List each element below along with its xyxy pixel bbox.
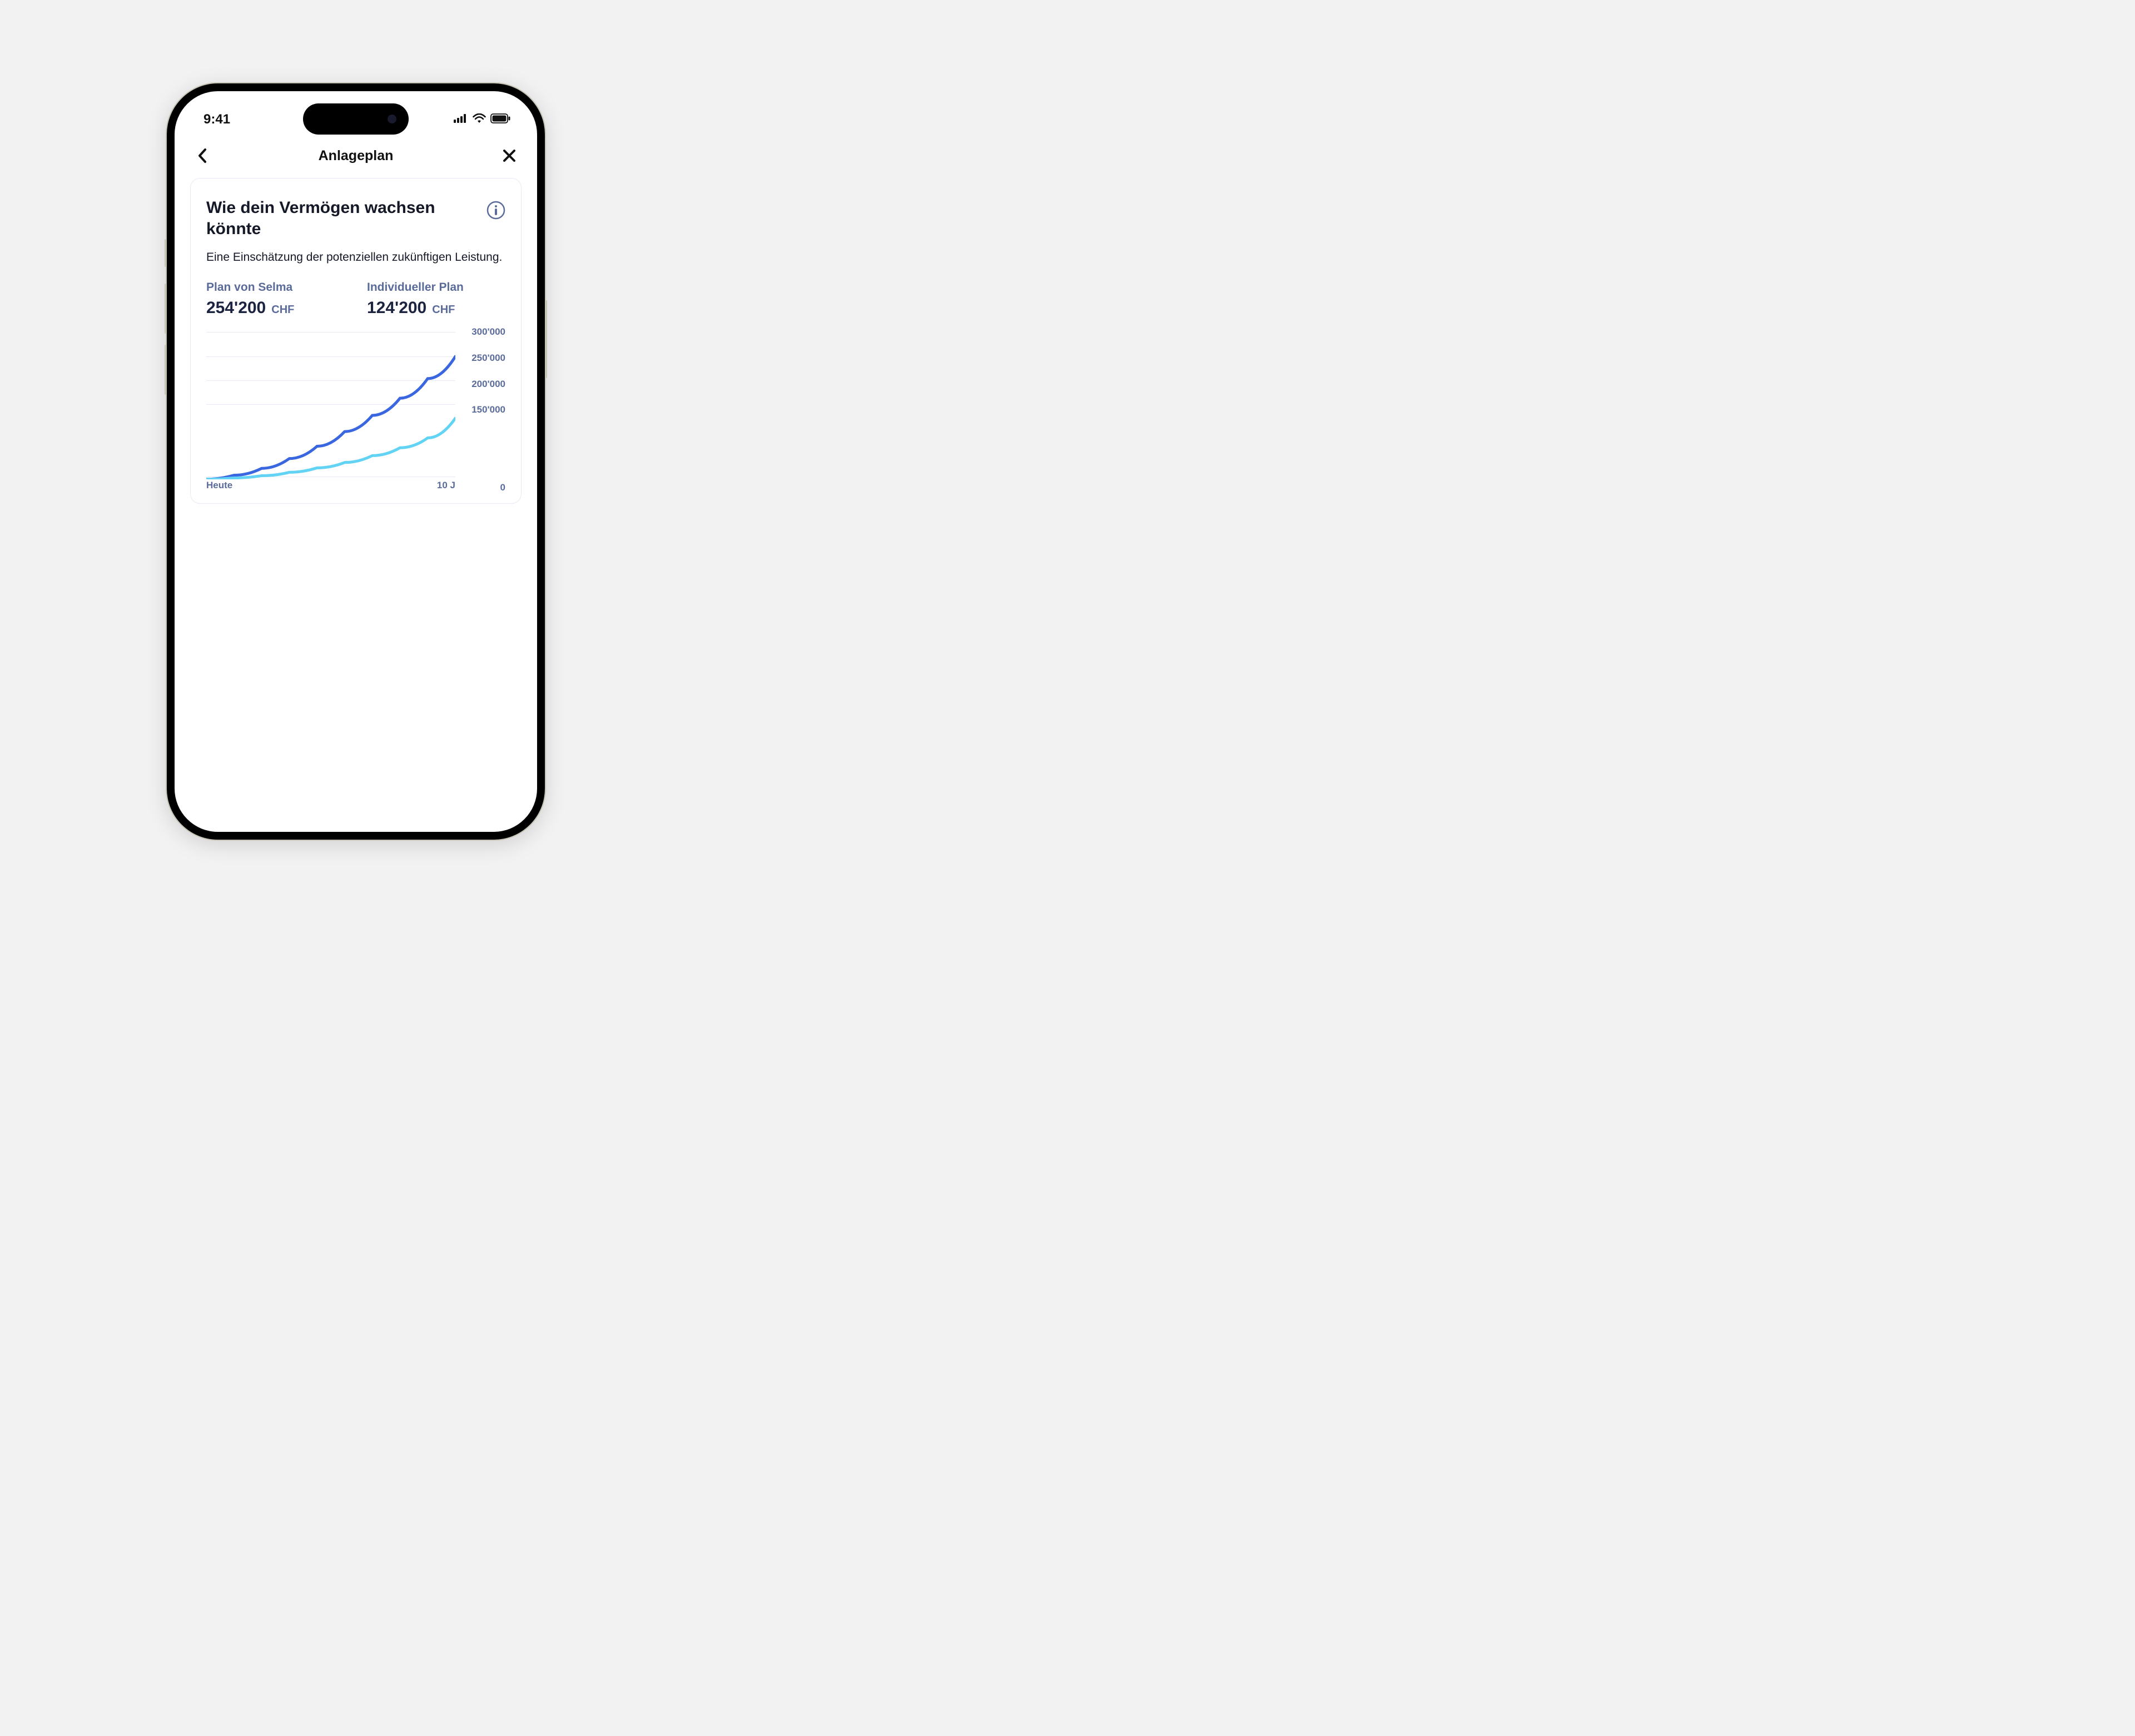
y-tick: 300'000 [460, 326, 505, 338]
x-tick-start: Heute [206, 480, 232, 491]
plan-label: Plan von Selma [206, 281, 345, 294]
plan-value: 124'200 CHF [367, 299, 505, 318]
plan-value: 254'200 CHF [206, 299, 345, 318]
growth-card: Wie dein Vermögen wachsen könnte Eine Ei… [190, 178, 522, 504]
card-subtitle: Eine Einschätzung der potenziellen zukün… [206, 249, 505, 265]
y-tick: 200'000 [460, 379, 505, 390]
chevron-left-icon [197, 148, 207, 163]
y-tick: 0 [460, 482, 505, 493]
chart-lines [206, 332, 455, 479]
status-icons [454, 113, 510, 126]
card-title: Wie dein Vermögen wachsen könnte [206, 197, 480, 239]
chart-series-line [206, 357, 455, 480]
wifi-icon [473, 113, 486, 126]
close-button[interactable] [500, 147, 518, 165]
nav-bar: Anlageplan [175, 136, 537, 178]
battery-icon [490, 113, 510, 126]
nav-title: Anlageplan [319, 148, 394, 164]
info-icon [486, 201, 505, 220]
y-tick: 150'000 [460, 404, 505, 415]
plan-currency: CHF [432, 304, 455, 316]
back-button[interactable] [193, 147, 211, 165]
plan-label: Individueller Plan [367, 281, 505, 294]
plan-individual: Individueller Plan 124'200 CHF [367, 281, 505, 318]
cellular-icon [454, 114, 468, 126]
phone-screen: 9:41 [175, 91, 537, 832]
x-tick-end: 10 J [437, 480, 455, 491]
chart-series-line [206, 419, 455, 480]
y-tick: 250'000 [460, 353, 505, 364]
volume-down-button [165, 345, 167, 395]
mute-switch [165, 239, 167, 267]
phone-frame: 9:41 [167, 83, 545, 840]
x-axis-labels: Heute 10 J [206, 480, 455, 491]
info-button[interactable] [486, 201, 505, 220]
status-time: 9:41 [203, 112, 230, 127]
plan-amount: 124'200 [367, 299, 426, 318]
plan-amount: 254'200 [206, 299, 266, 318]
plans-row: Plan von Selma 254'200 CHF Individueller… [206, 281, 505, 318]
volume-up-button [165, 284, 167, 334]
close-icon [503, 149, 516, 162]
plan-selma: Plan von Selma 254'200 CHF [206, 281, 345, 318]
power-button [545, 300, 547, 378]
dynamic-island [303, 103, 409, 135]
plan-currency: CHF [271, 304, 294, 316]
growth-chart: 300'000 250'000 200'000 150'000 0 Heute … [206, 332, 505, 488]
